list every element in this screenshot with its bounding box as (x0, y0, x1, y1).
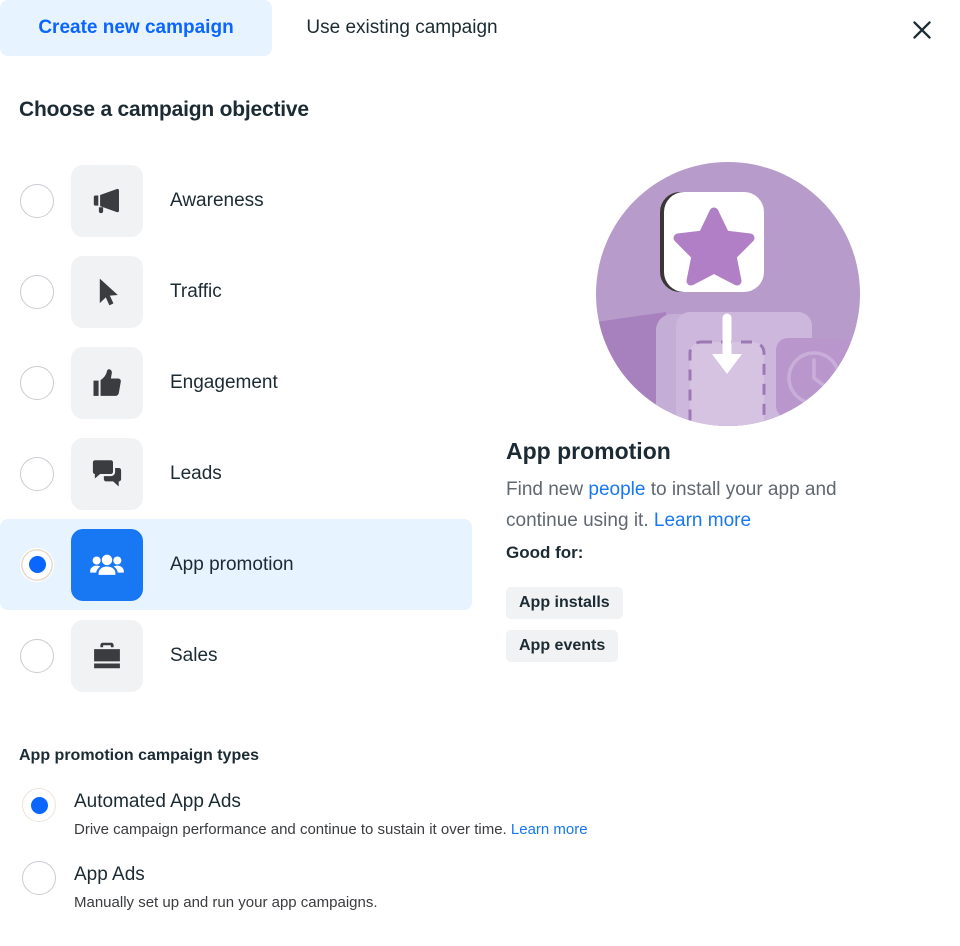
objective-icon-tile-leads (71, 437, 143, 510)
chat-bubbles-icon (92, 459, 122, 486)
radio-traffic[interactable] (20, 274, 54, 309)
campaign-types-list: Automated App Ads Drive campaign perform… (0, 788, 820, 934)
radio-awareness[interactable] (20, 183, 54, 218)
tab-bar: Create new campaign Use existing campaig… (0, 0, 960, 56)
objective-label-engagement: Engagement (170, 371, 278, 393)
cursor-icon (99, 278, 118, 305)
campaign-type-text-app-ads: App Ads Manually set up and run your app… (74, 861, 378, 915)
objective-option-app-promotion[interactable]: App promotion (0, 519, 472, 610)
objective-icon-tile-awareness (71, 164, 143, 237)
objective-icon-tile-traffic (71, 255, 143, 328)
close-icon (913, 21, 931, 39)
detail-description-part1: Find new (506, 479, 589, 500)
radio-engagement[interactable] (20, 365, 54, 400)
learn-more-link[interactable]: Learn more (654, 510, 751, 531)
objective-icon-tile-sales (71, 619, 143, 692)
good-for-pill-app-events: App events (506, 630, 619, 662)
radio-app-promotion[interactable] (20, 547, 54, 582)
thumbs-up-icon (93, 368, 121, 396)
objective-option-traffic[interactable]: Traffic (0, 246, 472, 337)
campaign-type-app-ads[interactable]: App Ads Manually set up and run your app… (0, 861, 820, 915)
campaign-type-automated-app-ads[interactable]: Automated App Ads Drive campaign perform… (0, 788, 820, 842)
close-button[interactable] (900, 8, 944, 52)
radio-automated-app-ads[interactable] (22, 788, 56, 822)
campaign-type-label-app-ads: App Ads (74, 864, 145, 885)
tab-use-existing-campaign-label: Use existing campaign (306, 17, 498, 38)
briefcase-icon (94, 642, 120, 668)
campaign-types-title: App promotion campaign types (19, 747, 260, 764)
automated-learn-more-link[interactable]: Learn more (511, 821, 588, 838)
objective-list: Awareness Traffic Engagement Leads App p… (0, 155, 480, 701)
people-group-icon (90, 554, 124, 575)
radio-sales[interactable] (20, 638, 54, 673)
objective-option-engagement[interactable]: Engagement (0, 337, 472, 428)
objective-option-sales[interactable]: Sales (0, 610, 472, 701)
tab-create-new-campaign-label: Create new campaign (38, 17, 234, 38)
good-for-pill-list: App installs App events (506, 587, 623, 673)
tab-create-new-campaign[interactable]: Create new campaign (0, 0, 272, 56)
campaign-type-sub-automated-app-ads: Drive campaign performance and continue … (74, 818, 588, 842)
campaign-type-text-automated-app-ads: Automated App Ads Drive campaign perform… (74, 788, 588, 842)
campaign-objective-dialog: Create new campaign Use existing campaig… (0, 0, 960, 946)
good-for-pill-app-installs: App installs (506, 587, 623, 619)
objective-icon-tile-engagement (71, 346, 143, 419)
objective-option-leads[interactable]: Leads (0, 428, 472, 519)
app-install-illustration-graphic (596, 162, 860, 426)
campaign-type-label-automated-app-ads: Automated App Ads (74, 791, 241, 812)
campaign-type-sub-app-ads: Manually set up and run your app campaig… (74, 894, 378, 911)
radio-app-ads[interactable] (22, 861, 56, 895)
objective-label-awareness: Awareness (170, 189, 264, 211)
megaphone-icon (93, 188, 119, 213)
objective-label-sales: Sales (170, 644, 218, 666)
objective-label-traffic: Traffic (170, 280, 222, 302)
people-link[interactable]: people (588, 479, 645, 500)
radio-leads[interactable] (20, 456, 54, 491)
detail-title: App promotion (506, 438, 671, 464)
objective-option-awareness[interactable]: Awareness (0, 155, 472, 246)
objective-label-app-promotion: App promotion (170, 553, 294, 575)
tab-use-existing-campaign[interactable]: Use existing campaign (272, 0, 532, 56)
app-install-illustration (596, 162, 860, 426)
page-title: Choose a campaign objective (19, 98, 309, 121)
objective-icon-tile-app-promotion (71, 528, 143, 601)
objective-label-leads: Leads (170, 462, 222, 484)
detail-description: Find new people to install your app and … (506, 474, 910, 536)
good-for-label: Good for: (506, 543, 584, 562)
campaign-type-sub-text-automated: Drive campaign performance and continue … (74, 821, 511, 838)
